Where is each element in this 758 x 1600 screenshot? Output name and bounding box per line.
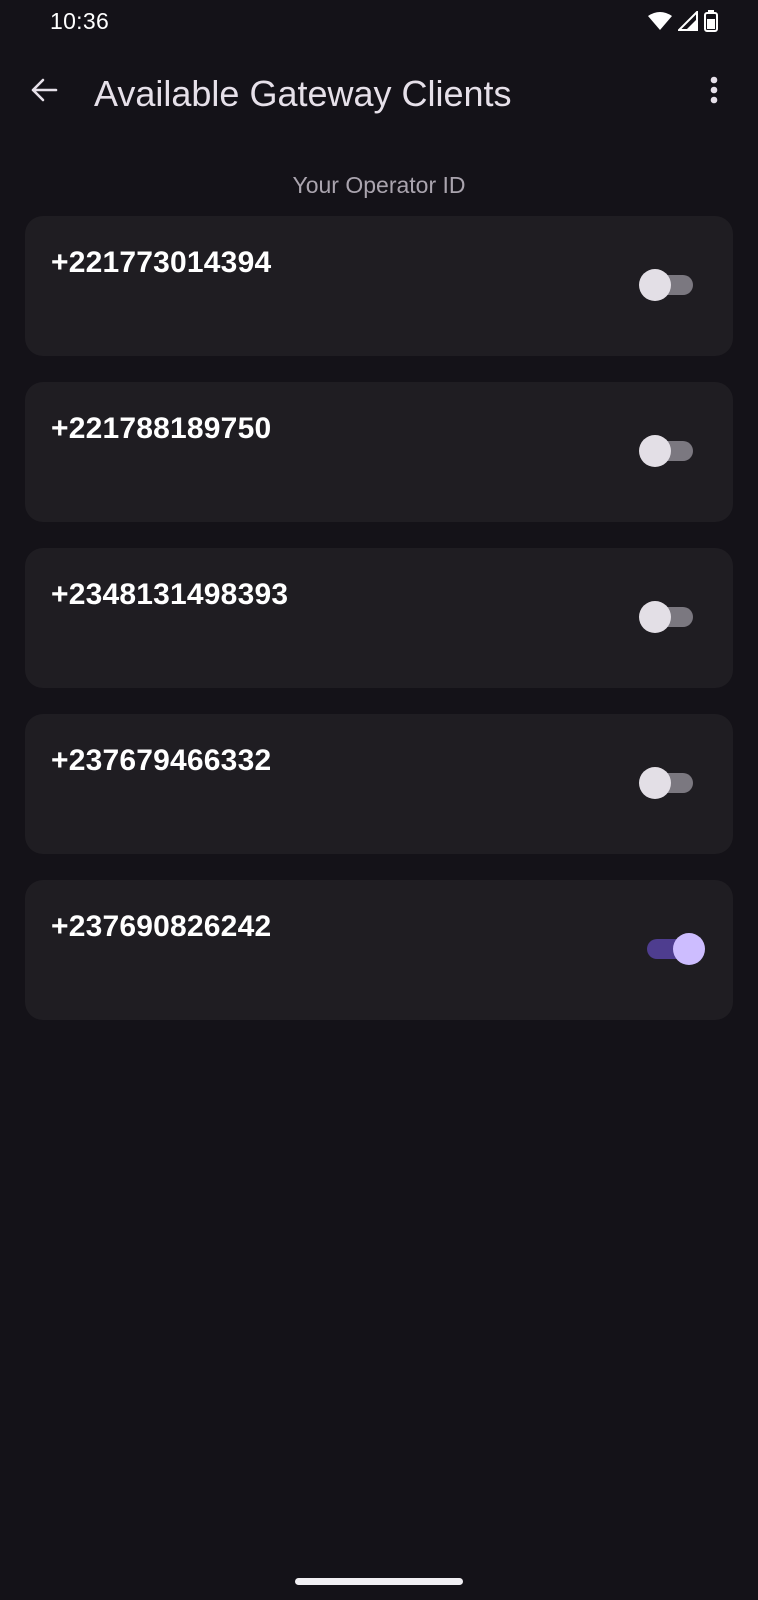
more-vert-icon — [709, 76, 719, 109]
wifi-icon — [648, 11, 672, 36]
home-indicator[interactable] — [295, 1578, 463, 1585]
client-card[interactable]: +2348131498393 — [25, 548, 733, 688]
signal-icon — [676, 9, 698, 36]
client-card[interactable]: +221773014394 — [25, 216, 733, 356]
client-toggle[interactable] — [639, 268, 709, 302]
client-card[interactable]: +237690826242 — [25, 880, 733, 1020]
client-phone-number: +221773014394 — [51, 246, 272, 279]
status-icons — [648, 9, 718, 37]
client-phone-number: +221788189750 — [51, 412, 272, 445]
status-time: 10:36 — [50, 8, 110, 34]
toggle-thumb — [639, 269, 671, 301]
arrow-back-icon — [29, 75, 59, 110]
client-phone-number: +237679466332 — [51, 744, 272, 777]
toggle-thumb — [639, 767, 671, 799]
client-toggle[interactable] — [639, 434, 709, 468]
page-title: Available Gateway Clients — [94, 73, 512, 114]
section-label: Your Operator ID — [292, 172, 466, 198]
client-phone-number: +2348131498393 — [51, 578, 289, 611]
client-toggle[interactable] — [639, 600, 709, 634]
client-list: +221773014394 +221788189750 +23481314983… — [25, 216, 733, 1046]
client-phone-number: +237690826242 — [51, 910, 272, 943]
back-button[interactable] — [20, 68, 68, 116]
battery-icon — [704, 9, 718, 37]
client-card[interactable]: +221788189750 — [25, 382, 733, 522]
top-app-bar: Available Gateway Clients — [0, 56, 758, 132]
client-toggle[interactable] — [639, 766, 709, 800]
toggle-thumb — [639, 601, 671, 633]
client-card[interactable]: +237679466332 — [25, 714, 733, 854]
status-bar: 10:36 — [0, 0, 758, 46]
toggle-thumb — [673, 933, 705, 965]
more-options-button[interactable] — [690, 68, 738, 116]
toggle-thumb — [639, 435, 671, 467]
client-toggle[interactable] — [639, 932, 709, 966]
